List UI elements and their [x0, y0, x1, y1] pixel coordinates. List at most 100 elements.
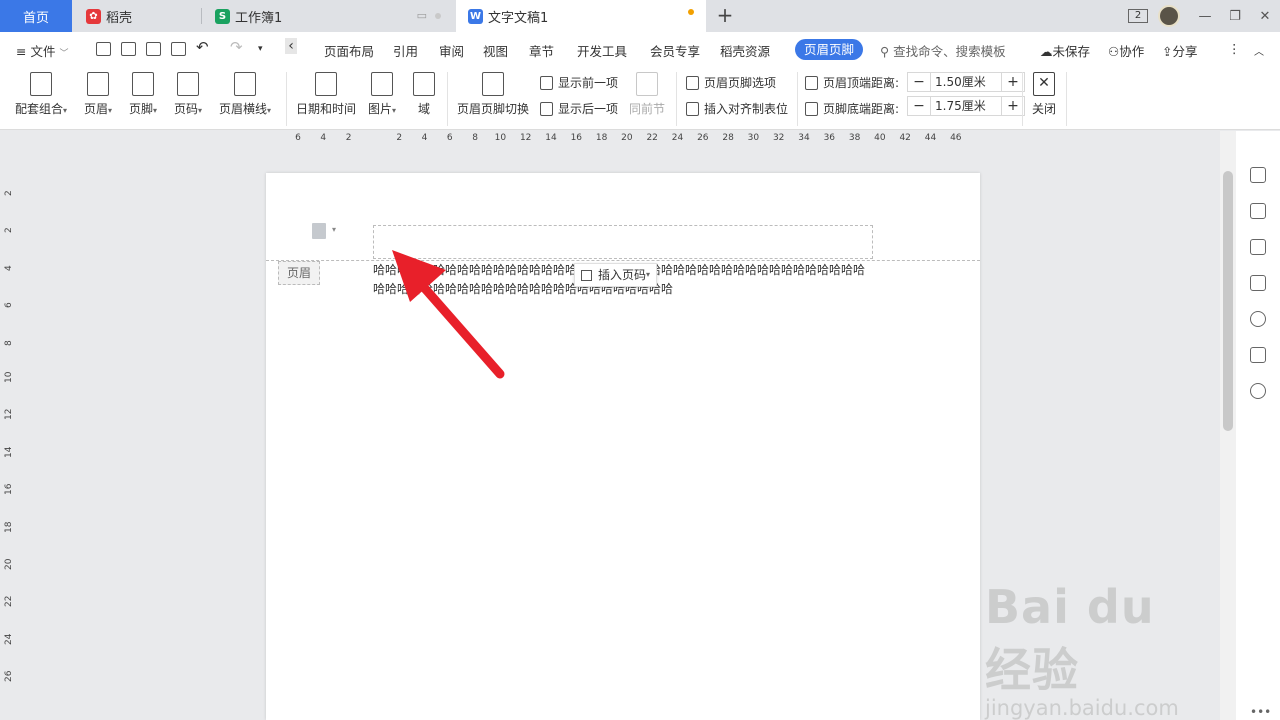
menu-references[interactable]: 引用 [393, 41, 418, 60]
pointer-icon[interactable] [1250, 239, 1266, 255]
collab-button[interactable]: ⚇协作 [1108, 41, 1144, 60]
unsaved-button[interactable]: ☁未保存 [1040, 41, 1090, 60]
menu-member[interactable]: 会员专享 [650, 41, 700, 60]
chevron-down-icon[interactable]: ▾ [332, 225, 336, 234]
print-icon[interactable] [146, 42, 161, 56]
combo-button[interactable]: 配套组合▾ [12, 72, 70, 117]
ribbon-divider [1022, 72, 1023, 126]
ruler-tick-label: 6 [4, 302, 14, 309]
menu-file[interactable]: ≡ 文件 ﹀ [16, 41, 68, 60]
footer-button[interactable]: 页脚▾ [125, 72, 161, 117]
menu-view[interactable]: 视图 [483, 41, 508, 60]
close-header-footer-button[interactable]: ✕ 关闭 [1030, 72, 1058, 117]
share-button[interactable]: ⇪分享 [1162, 41, 1198, 60]
increase-icon[interactable]: + [1002, 73, 1024, 91]
ruler-tick-label: 38 [848, 133, 861, 143]
ruler-tick-label: 4 [421, 133, 428, 143]
switch-header-footer-button[interactable]: 页眉页脚切换 [455, 72, 531, 117]
insert-page-number-button[interactable]: 插入页码 ▾ [574, 263, 658, 287]
rocket-icon[interactable] [1250, 167, 1266, 183]
ruler-tick-label: 6 [446, 133, 453, 143]
vertical-ruler[interactable]: 2 2 4 6 8 10 12 14 16 18 20 22 24 26 [0, 150, 16, 720]
same-as-previous-button[interactable]: 同前节 [628, 72, 666, 117]
ruler-tick-label: 12 [519, 133, 532, 143]
menu-header-footer[interactable]: 页眉页脚 [795, 39, 863, 60]
lightbulb-icon[interactable] [1250, 383, 1266, 399]
window-count-icon[interactable]: 2 [1128, 9, 1148, 23]
more-icon[interactable]: ⋮ [1228, 41, 1241, 56]
minimize-icon[interactable]: — [1190, 9, 1220, 24]
close-window-icon[interactable]: ✕ [1250, 9, 1280, 24]
scrollbar-thumb[interactable] [1223, 171, 1233, 431]
date-time-button[interactable]: 日期和时间 [294, 72, 358, 117]
export-pdf-icon[interactable] [121, 42, 136, 56]
pen-icon[interactable] [1250, 203, 1266, 219]
increase-icon[interactable]: + [1002, 97, 1024, 115]
writer-icon: W [468, 8, 483, 24]
menu-section[interactable]: 章节 [529, 41, 554, 60]
calendar-icon [315, 72, 337, 96]
show-previous-button[interactable]: 显示前一项 [540, 74, 618, 91]
ruler-tick-label: 16 [570, 133, 583, 143]
horizontal-ruler[interactable]: 6 4 2 2 4 6 8 10 12 14 16 18 20 22 24 26 28 30 32 34 36 38 40 4… [286, 131, 976, 147]
tab-docer[interactable]: ✿ 稻壳 [74, 0, 200, 32]
header-top-distance-stepper[interactable]: − 1.50厘米 + [907, 72, 1025, 92]
help-icon[interactable] [1250, 311, 1266, 327]
footer-bottom-distance-input[interactable]: 1.75厘米 [930, 97, 1002, 115]
more-icon[interactable]: ••• [1250, 705, 1271, 719]
decrease-icon[interactable]: − [908, 97, 930, 115]
ruler-tick-label: 8 [472, 133, 478, 143]
header-icon [87, 72, 109, 96]
field-icon [413, 72, 435, 96]
settings-sliders-icon[interactable] [1250, 275, 1266, 291]
picture-button[interactable]: 图片▾ [364, 72, 400, 117]
quick-access-more-icon[interactable]: ▾ [258, 44, 263, 54]
cloud-icon: ☁ [1040, 44, 1053, 59]
align-tab-icon [686, 101, 699, 116]
ruler-tick-label: 8 [4, 339, 14, 346]
decrease-icon[interactable]: − [908, 73, 930, 91]
chevron-down-icon: ▾ [646, 270, 651, 279]
close-icon: ✕ [1033, 72, 1055, 96]
print-preview-icon[interactable] [171, 42, 186, 56]
ruler-tick-label: 10 [494, 133, 507, 143]
docer-icon: ✿ [86, 8, 101, 24]
tab-bar: 首页 ✿ 稻壳 S 工作簿1 ▭ W 文字文稿1 + 2 — ❐ ✕ [0, 0, 1280, 32]
restore-icon[interactable]: ❐ [1220, 9, 1250, 24]
tab-home[interactable]: 首页 [0, 0, 72, 32]
ribbon-divider [1066, 72, 1067, 126]
header-top-distance-input[interactable]: 1.50厘米 [930, 73, 1002, 91]
field-button[interactable]: 域 [410, 72, 438, 117]
ruler-tick-label: 46 [950, 133, 962, 143]
menu-page-layout[interactable]: 页面布局 [324, 41, 374, 60]
page-number-button[interactable]: 页码▾ [170, 72, 206, 117]
save-icon[interactable] [96, 42, 111, 56]
page-number-icon [177, 72, 199, 96]
scroll-left-icon[interactable]: ‹ [285, 38, 297, 54]
undo-icon[interactable]: ↶ [196, 38, 209, 56]
document-page[interactable]: ▾ 页眉 哈哈哈哈哈哈哈哈哈哈哈哈哈哈哈哈哈哈哈哈哈哈哈哈哈哈哈哈哈哈哈哈哈哈哈… [266, 173, 980, 720]
search-input[interactable]: ⚲ 查找命令、搜索模板 [880, 41, 1006, 60]
ruler-tick-label: 2 [396, 133, 403, 143]
image-tool-icon[interactable] [1250, 347, 1266, 363]
ruler-tick-label: 14 [4, 446, 14, 458]
show-next-button[interactable]: 显示后一项 [540, 100, 618, 117]
footer-icon [132, 72, 154, 96]
header-button[interactable]: 页眉▾ [80, 72, 116, 117]
menu-developer[interactable]: 开发工具 [577, 41, 627, 60]
new-tab-button[interactable]: + [714, 4, 736, 28]
tab-writer-doc[interactable]: W 文字文稿1 [456, 0, 706, 32]
insert-align-tab-button[interactable]: 插入对齐制表位 [686, 100, 788, 117]
footer-bottom-distance-stepper[interactable]: − 1.75厘米 + [907, 96, 1025, 116]
redo-icon[interactable]: ↷ [230, 38, 243, 56]
menu-docer-resources[interactable]: 稻壳资源 [720, 41, 770, 60]
menu-review[interactable]: 审阅 [439, 41, 464, 60]
avatar[interactable] [1158, 5, 1180, 27]
header-footer-options-button[interactable]: 页眉页脚选项 [686, 74, 776, 91]
document-icon[interactable] [312, 223, 326, 239]
vertical-scrollbar[interactable] [1220, 131, 1236, 720]
header-line-button[interactable]: 页眉横线▾ [216, 72, 274, 117]
chevron-up-icon[interactable]: ︿ [1254, 43, 1264, 58]
ruler-tick-label: 18 [595, 133, 608, 143]
tab-workbook[interactable]: S 工作簿1 ▭ [203, 0, 453, 32]
